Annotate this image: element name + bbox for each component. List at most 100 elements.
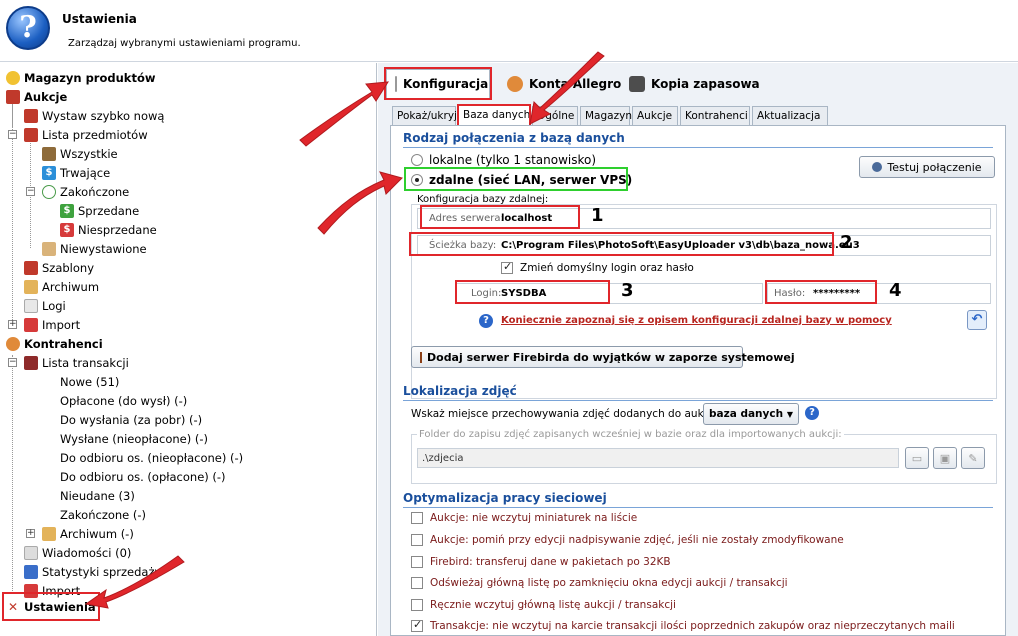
sidebar-item-kontrahenci[interactable]: Kontrahenci xyxy=(6,334,103,353)
sidebar-item-wszystkie[interactable]: Wszystkie xyxy=(42,144,118,163)
folder-icon xyxy=(42,450,56,465)
sidebar-item-zakonczone[interactable]: Zakończone xyxy=(42,182,129,201)
gavel-icon xyxy=(24,108,38,123)
sidebar-item-wiadomosci[interactable]: Wiadomości (0) xyxy=(24,543,131,562)
change-login-checkbox[interactable]: Zmień domyślny login oraz hasło xyxy=(501,260,694,274)
sidebar-item-lista-transakcji[interactable]: Lista transakcji xyxy=(24,353,129,372)
sidebar-item-lista-przedmiotow[interactable]: Lista przedmiotów xyxy=(24,125,148,144)
sidebar-item-archiwum[interactable]: Archiwum xyxy=(24,277,99,296)
login-value: SYSDBA xyxy=(501,288,547,299)
envelope-icon xyxy=(24,545,38,560)
subtab-aukcje[interactable]: Aukcje xyxy=(632,106,678,126)
section-title: Optymalizacja pracy sieciowej xyxy=(403,491,607,505)
firewall-icon xyxy=(420,351,422,363)
sidebar-item-aukcje[interactable]: Aukcje xyxy=(6,87,67,106)
network-option-checkbox[interactable]: Aukcje: pomiń przy edycji nadpisywanie z… xyxy=(411,534,844,546)
sidebar-item-trwajace[interactable]: $ Trwające xyxy=(42,163,110,182)
import-icon xyxy=(24,317,38,332)
sidebar-item-nowe[interactable]: Nowe (51) xyxy=(42,372,119,391)
network-option-checkbox[interactable]: Firebird: transferuj dane w pakietach po… xyxy=(411,556,671,568)
folder-label: Folder do zapisu zdjęć zapisanych wcześn… xyxy=(417,429,844,440)
sidebar-item-magazyn[interactable]: Magazyn produktów xyxy=(6,68,155,87)
sidebar-item-logi[interactable]: Logi xyxy=(24,296,66,315)
import-icon xyxy=(24,583,38,598)
test-connection-button[interactable]: Testuj połączenie xyxy=(859,156,995,178)
sidebar-item-import[interactable]: Import xyxy=(24,315,80,334)
subtab-magazyn[interactable]: Magazyn xyxy=(580,106,632,126)
clear-button[interactable]: ✎ xyxy=(961,447,985,469)
people-icon xyxy=(507,76,523,92)
expand-toggle[interactable]: + xyxy=(26,529,35,538)
sidebar-item-zakonczone-transakcje[interactable]: Zakończone (-) xyxy=(42,505,146,524)
password-label: Hasło: xyxy=(774,288,806,299)
sidebar-item-nieudane[interactable]: Nieudane (3) xyxy=(42,486,135,505)
network-option-checkbox[interactable]: Transakcje: nie wczytuj na karcie transa… xyxy=(411,618,955,632)
undo-button[interactable]: ↶ xyxy=(967,310,987,330)
tab-kopia-zapasowa[interactable]: Kopia zapasowa xyxy=(620,69,769,99)
subtab-ogolne[interactable]: Ogólne xyxy=(532,106,578,126)
photos-location-select[interactable]: baza danych ▼ xyxy=(703,403,799,425)
tab-konta-allegro[interactable]: Konta Allegro xyxy=(498,69,630,99)
main-content: Konfiguracja Konta Allegro Kopia zapasow… xyxy=(378,63,1018,636)
annotation-number: 4 xyxy=(889,280,902,301)
subtab-pokaz-ukryj[interactable]: Pokaż/ukryj xyxy=(392,106,457,126)
help-icon[interactable]: ? xyxy=(479,314,493,328)
database-path-label: Ścieżka bazy: xyxy=(429,240,497,251)
tab-konfiguracja[interactable]: Konfiguracja xyxy=(386,69,490,99)
folder-icon xyxy=(42,374,56,389)
network-option-checkbox[interactable]: Aukcje: nie wczytuj miniaturek na liście xyxy=(411,512,637,524)
sidebar-item-niewystawione[interactable]: Niewystawione xyxy=(42,239,147,258)
section-title: Rodzaj połączenia z bazą danych xyxy=(403,131,625,145)
archive-box-icon xyxy=(24,279,38,294)
sidebar-item-oplacone[interactable]: Opłacone (do wysł) (-) xyxy=(42,391,187,410)
sidebar-item-szablony[interactable]: Szablony xyxy=(24,258,94,277)
folder-path-field[interactable] xyxy=(417,448,899,468)
photos-location-label: Wskaż miejsce przechowywania zdjęć dodan… xyxy=(411,408,719,420)
server-address-label: Adres serwera: xyxy=(429,213,504,224)
network-option-checkbox[interactable]: Odświeżaj główną listę po zamknięciu okn… xyxy=(411,577,788,589)
archive-box-icon xyxy=(42,526,56,541)
sidebar-item-do-wyslania[interactable]: Do wysłania (za pobr) (-) xyxy=(42,410,202,429)
header: ? Ustawienia Zarządzaj wybranymi ustawie… xyxy=(0,0,1018,62)
folder-icon xyxy=(42,431,56,446)
collapse-toggle[interactable]: − xyxy=(26,187,35,196)
database-path-value: C:\Program Files\PhotoSoft\EasyUploader … xyxy=(501,240,860,251)
sidebar-item-archiwum-transakcje[interactable]: Archiwum (-) xyxy=(42,524,134,543)
dollar-icon: $ xyxy=(42,165,56,180)
expand-toggle[interactable]: + xyxy=(8,320,17,329)
help-question-icon: ? xyxy=(6,6,50,50)
people-icon xyxy=(6,336,20,351)
sidebar-item-wyslane[interactable]: Wysłane (nieopłacone) (-) xyxy=(42,429,208,448)
box-icon xyxy=(6,70,20,85)
subtab-kontrahenci[interactable]: Kontrahenci xyxy=(680,106,750,126)
sidebar-item-odbior-oplacone[interactable]: Do odbioru os. (opłacone) (-) xyxy=(42,467,226,486)
radio-local[interactable]: lokalne (tylko 1 stanowisko) xyxy=(411,153,596,167)
collapse-toggle[interactable]: − xyxy=(8,130,17,139)
radio-remote[interactable]: zdalne (sieć LAN, serwer VPS) xyxy=(411,173,632,187)
gavel-icon xyxy=(24,260,38,275)
subtab-aktualizacja[interactable]: Aktualizacja xyxy=(752,106,828,126)
browse-folder-button[interactable]: ▭ xyxy=(905,447,929,469)
tools-icon: ✕ xyxy=(6,599,20,614)
server-address-value: localhost xyxy=(501,213,553,224)
sidebar-item-wystaw[interactable]: Wystaw szybko nową xyxy=(24,106,164,125)
help-link[interactable]: Koniecznie zapoznaj się z opisem konfigu… xyxy=(501,315,892,326)
sidebar-item-odbior-nieoplacone[interactable]: Do odbioru os. (nieopłacone) (-) xyxy=(42,448,243,467)
help-icon[interactable]: ? xyxy=(805,406,819,420)
gavel-icon xyxy=(24,127,38,142)
hourglass-icon xyxy=(42,241,56,256)
firebird-firewall-button[interactable]: Dodaj serwer Firebirda do wyjątków w zap… xyxy=(411,346,795,368)
sidebar-item-sprzedane[interactable]: $ Sprzedane xyxy=(60,201,139,220)
folder-icon xyxy=(42,507,56,522)
sidebar-item-niesprzedane[interactable]: $ Niesprzedane xyxy=(60,220,157,239)
network-option-checkbox[interactable]: Ręcznie wczytuj główną listę aukcji / tr… xyxy=(411,599,676,611)
lock-button[interactable]: ▣ xyxy=(933,447,957,469)
annotation-number: 1 xyxy=(591,205,604,226)
page-title: Ustawienia xyxy=(62,12,137,26)
subtab-baza-danych[interactable]: Baza danych xyxy=(458,104,530,125)
backup-icon xyxy=(629,76,645,92)
sidebar-item-statystyki[interactable]: Statystyki sprzedaży xyxy=(24,562,161,581)
collapse-toggle[interactable]: − xyxy=(8,358,17,367)
gavel-stack-icon xyxy=(42,146,56,161)
sidebar-item-ustawienia[interactable]: ✕ Ustawienia xyxy=(6,597,96,616)
